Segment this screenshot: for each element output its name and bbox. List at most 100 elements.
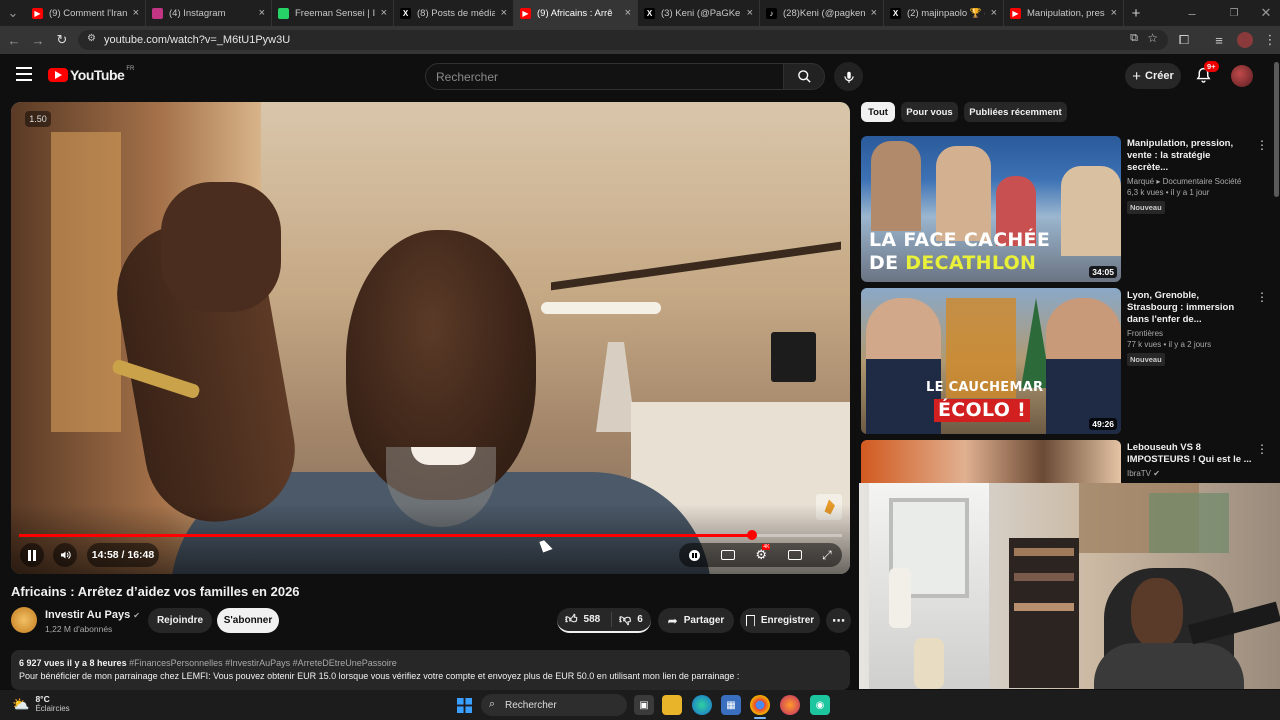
tab-close-icon[interactable]: × — [501, 7, 507, 19]
tab-close-icon[interactable]: × — [1111, 7, 1117, 19]
microsoft-store-icon[interactable]: ▦ — [721, 695, 741, 715]
windows-start-icon[interactable] — [454, 695, 474, 715]
hamburger-menu-icon[interactable] — [16, 67, 32, 81]
settings-gear-icon[interactable]: ⚙ 4K — [755, 544, 771, 563]
fullscreen-icon[interactable]: ⤢ — [822, 548, 832, 563]
share-button[interactable]: ➦ Partager — [658, 608, 734, 633]
bookmark-star-icon[interactable]: ☆ — [1147, 31, 1158, 45]
chip-recently-uploaded[interactable]: Publiées récemment — [964, 102, 1067, 122]
recommendation-item[interactable]: Lebouseuh VS 8 IMPOSTEURS ! Qui est le .… — [861, 440, 1273, 485]
browser-tab[interactable]: X (8) Posts de médias d × — [394, 0, 514, 26]
save-button[interactable]: Enregistrer — [740, 608, 820, 633]
tab-close-icon[interactable]: × — [625, 7, 631, 19]
browser-tab[interactable]: ▶ (9) Africains : Arrê × — [514, 0, 638, 26]
app-green-icon[interactable]: ◉ — [810, 695, 830, 715]
miniplayer-icon[interactable] — [787, 550, 802, 560]
join-button[interactable]: Rejoindre — [148, 608, 212, 633]
tab-close-icon[interactable]: × — [747, 7, 753, 19]
extensions-icon[interactable]: ⧠ — [1172, 28, 1196, 52]
install-app-icon[interactable]: ⧉ — [1130, 32, 1138, 45]
volume-button[interactable] — [53, 543, 77, 567]
recommendation-title[interactable]: Lyon, Grenoble, Strasbourg : immersion d… — [1127, 290, 1252, 326]
description-box[interactable]: 6 927 vues il y a 8 heures #FinancesPers… — [11, 650, 850, 690]
channel-name[interactable]: Investir Au Pays ✔ — [45, 609, 140, 621]
subscribe-button[interactable]: S'abonner — [217, 608, 279, 633]
x-icon: X — [890, 7, 901, 19]
more-actions-icon[interactable]: ⋯ — [826, 608, 851, 633]
chip-for-you[interactable]: Pour vous — [901, 102, 958, 122]
chip-all[interactable]: Tout — [861, 102, 895, 122]
more-options-icon[interactable]: ⋮ — [1256, 138, 1268, 152]
edge-browser-icon[interactable] — [692, 695, 712, 715]
profile-avatar[interactable] — [1237, 32, 1253, 48]
autoplay-toggle-icon[interactable] — [689, 549, 701, 561]
tab-close-icon[interactable]: × — [991, 7, 997, 19]
recommendation-title[interactable]: Lebouseuh VS 8 IMPOSTEURS ! Qui est le .… — [1127, 442, 1252, 466]
site-info-icon[interactable]: ⚙ — [87, 33, 96, 44]
microphone-icon — [843, 71, 854, 83]
account-avatar[interactable] — [1231, 65, 1253, 87]
video-thumbnail[interactable]: LE CAUCHEMAR ÉCOLO ! 49:26 — [861, 288, 1121, 434]
tab-close-icon[interactable]: × — [381, 7, 387, 19]
progress-bar[interactable] — [19, 530, 842, 540]
page-scrollbar[interactable] — [1274, 62, 1279, 197]
restore-window-icon[interactable]: ❐ — [1222, 1, 1246, 25]
menu-tune-icon[interactable]: ≡ — [1207, 28, 1231, 52]
tab-search-chevron-icon[interactable]: ⌄ — [0, 1, 26, 25]
notifications-button[interactable]: 9+ — [1195, 61, 1219, 89]
search-button[interactable] — [783, 63, 825, 90]
youtube-logo[interactable]: YouTube FR — [48, 66, 135, 83]
browser-tab[interactable]: (4) Instagram × — [146, 0, 272, 26]
more-options-icon[interactable]: ⋮ — [1256, 442, 1268, 456]
like-button[interactable]: 👍︎ 588 — [557, 612, 612, 627]
task-view-icon[interactable]: ▣ — [634, 695, 654, 715]
tab-close-icon[interactable]: × — [259, 7, 265, 19]
back-arrow-icon[interactable]: ← — [2, 28, 26, 52]
more-options-icon[interactable]: ⋮ — [1256, 290, 1268, 304]
taskbar-search[interactable]: ⌕ Rechercher — [481, 694, 627, 716]
forward-arrow-icon[interactable]: → — [26, 28, 50, 52]
browser-tab[interactable]: Freeman Sensei | Insta × — [272, 0, 394, 26]
subtitles-icon[interactable] — [720, 550, 735, 560]
dislike-button[interactable]: 👎︎ 6 — [612, 612, 643, 627]
video-thumbnail[interactable] — [861, 440, 1121, 485]
url-bar[interactable]: ⚙ youtube.com/watch?v=_M6tU1Pyw3U ⧉ ☆ — [78, 30, 1168, 50]
browser-tab[interactable]: ♪ (28)Keni (@pagkeni) × — [760, 0, 884, 26]
weather-temperature: 8°C — [35, 694, 50, 704]
recommendation-item[interactable]: LA FACE CACHÉE DE DECATHLON 34:05 Manipu… — [861, 136, 1273, 286]
country-code: FR — [126, 66, 135, 72]
search-input[interactable]: Rechercher — [425, 63, 783, 90]
new-tab-button[interactable]: + — [1124, 1, 1148, 25]
recommendation-channel[interactable]: Marqué ▸ Documentaire Société — [1127, 177, 1252, 186]
recommendation-title[interactable]: Manipulation, pression, vente : la strat… — [1127, 138, 1252, 174]
subscriber-count: 1,22 M d'abonnés — [45, 624, 113, 634]
pause-icon — [28, 549, 36, 561]
recommendation-channel[interactable]: Frontières — [1127, 329, 1252, 338]
file-explorer-icon[interactable] — [662, 695, 682, 715]
recommendation-item[interactable]: LE CAUCHEMAR ÉCOLO ! 49:26 Lyon, Grenobl… — [861, 288, 1273, 438]
thumbnail-caption-line1: LE CAUCHEMAR — [926, 380, 1044, 395]
tab-close-icon[interactable]: × — [871, 7, 877, 19]
tab-close-icon[interactable]: × — [133, 7, 139, 19]
browser-tab[interactable]: X (2) majinpaolo 🏆 (@ × — [884, 0, 1004, 26]
browser-tab[interactable]: ▶ (9) Comment l'Iran et × — [26, 0, 146, 26]
hashtags[interactable]: #FinancesPersonnelles #InvestirAuPays #A… — [129, 658, 397, 668]
pause-button[interactable] — [20, 543, 44, 567]
youtube-header: YouTube FR Rechercher + Créer 9+ — [0, 54, 1280, 98]
firefox-icon[interactable] — [780, 695, 800, 715]
channel-avatar[interactable] — [11, 607, 37, 633]
video-player[interactable]: 1.50 14:58 / 16:48 ⚙ 4K ⤢ — [11, 102, 850, 574]
chrome-icon[interactable] — [750, 695, 770, 715]
browser-menu-icon[interactable]: ⋮ — [1258, 28, 1280, 52]
minimize-window-icon[interactable]: – — [1180, 1, 1204, 25]
video-thumbnail[interactable]: LA FACE CACHÉE DE DECATHLON 34:05 — [861, 136, 1121, 282]
close-window-icon[interactable]: ✕ — [1254, 1, 1278, 25]
search-icon: ⌕ — [489, 698, 496, 710]
create-button[interactable]: + Créer — [1125, 63, 1181, 89]
recommendation-channel[interactable]: IbraTV ✔ — [1127, 469, 1252, 478]
voice-search-button[interactable] — [834, 62, 863, 91]
browser-tab[interactable]: ▶ Manipulation, pressio × — [1004, 0, 1124, 26]
weather-widget[interactable]: ⛅ 8°C Éclaircies — [12, 694, 70, 714]
reload-icon[interactable]: ↻ — [50, 28, 74, 52]
browser-tab[interactable]: X (3) Keni (@PaGKeni) × — [638, 0, 760, 26]
